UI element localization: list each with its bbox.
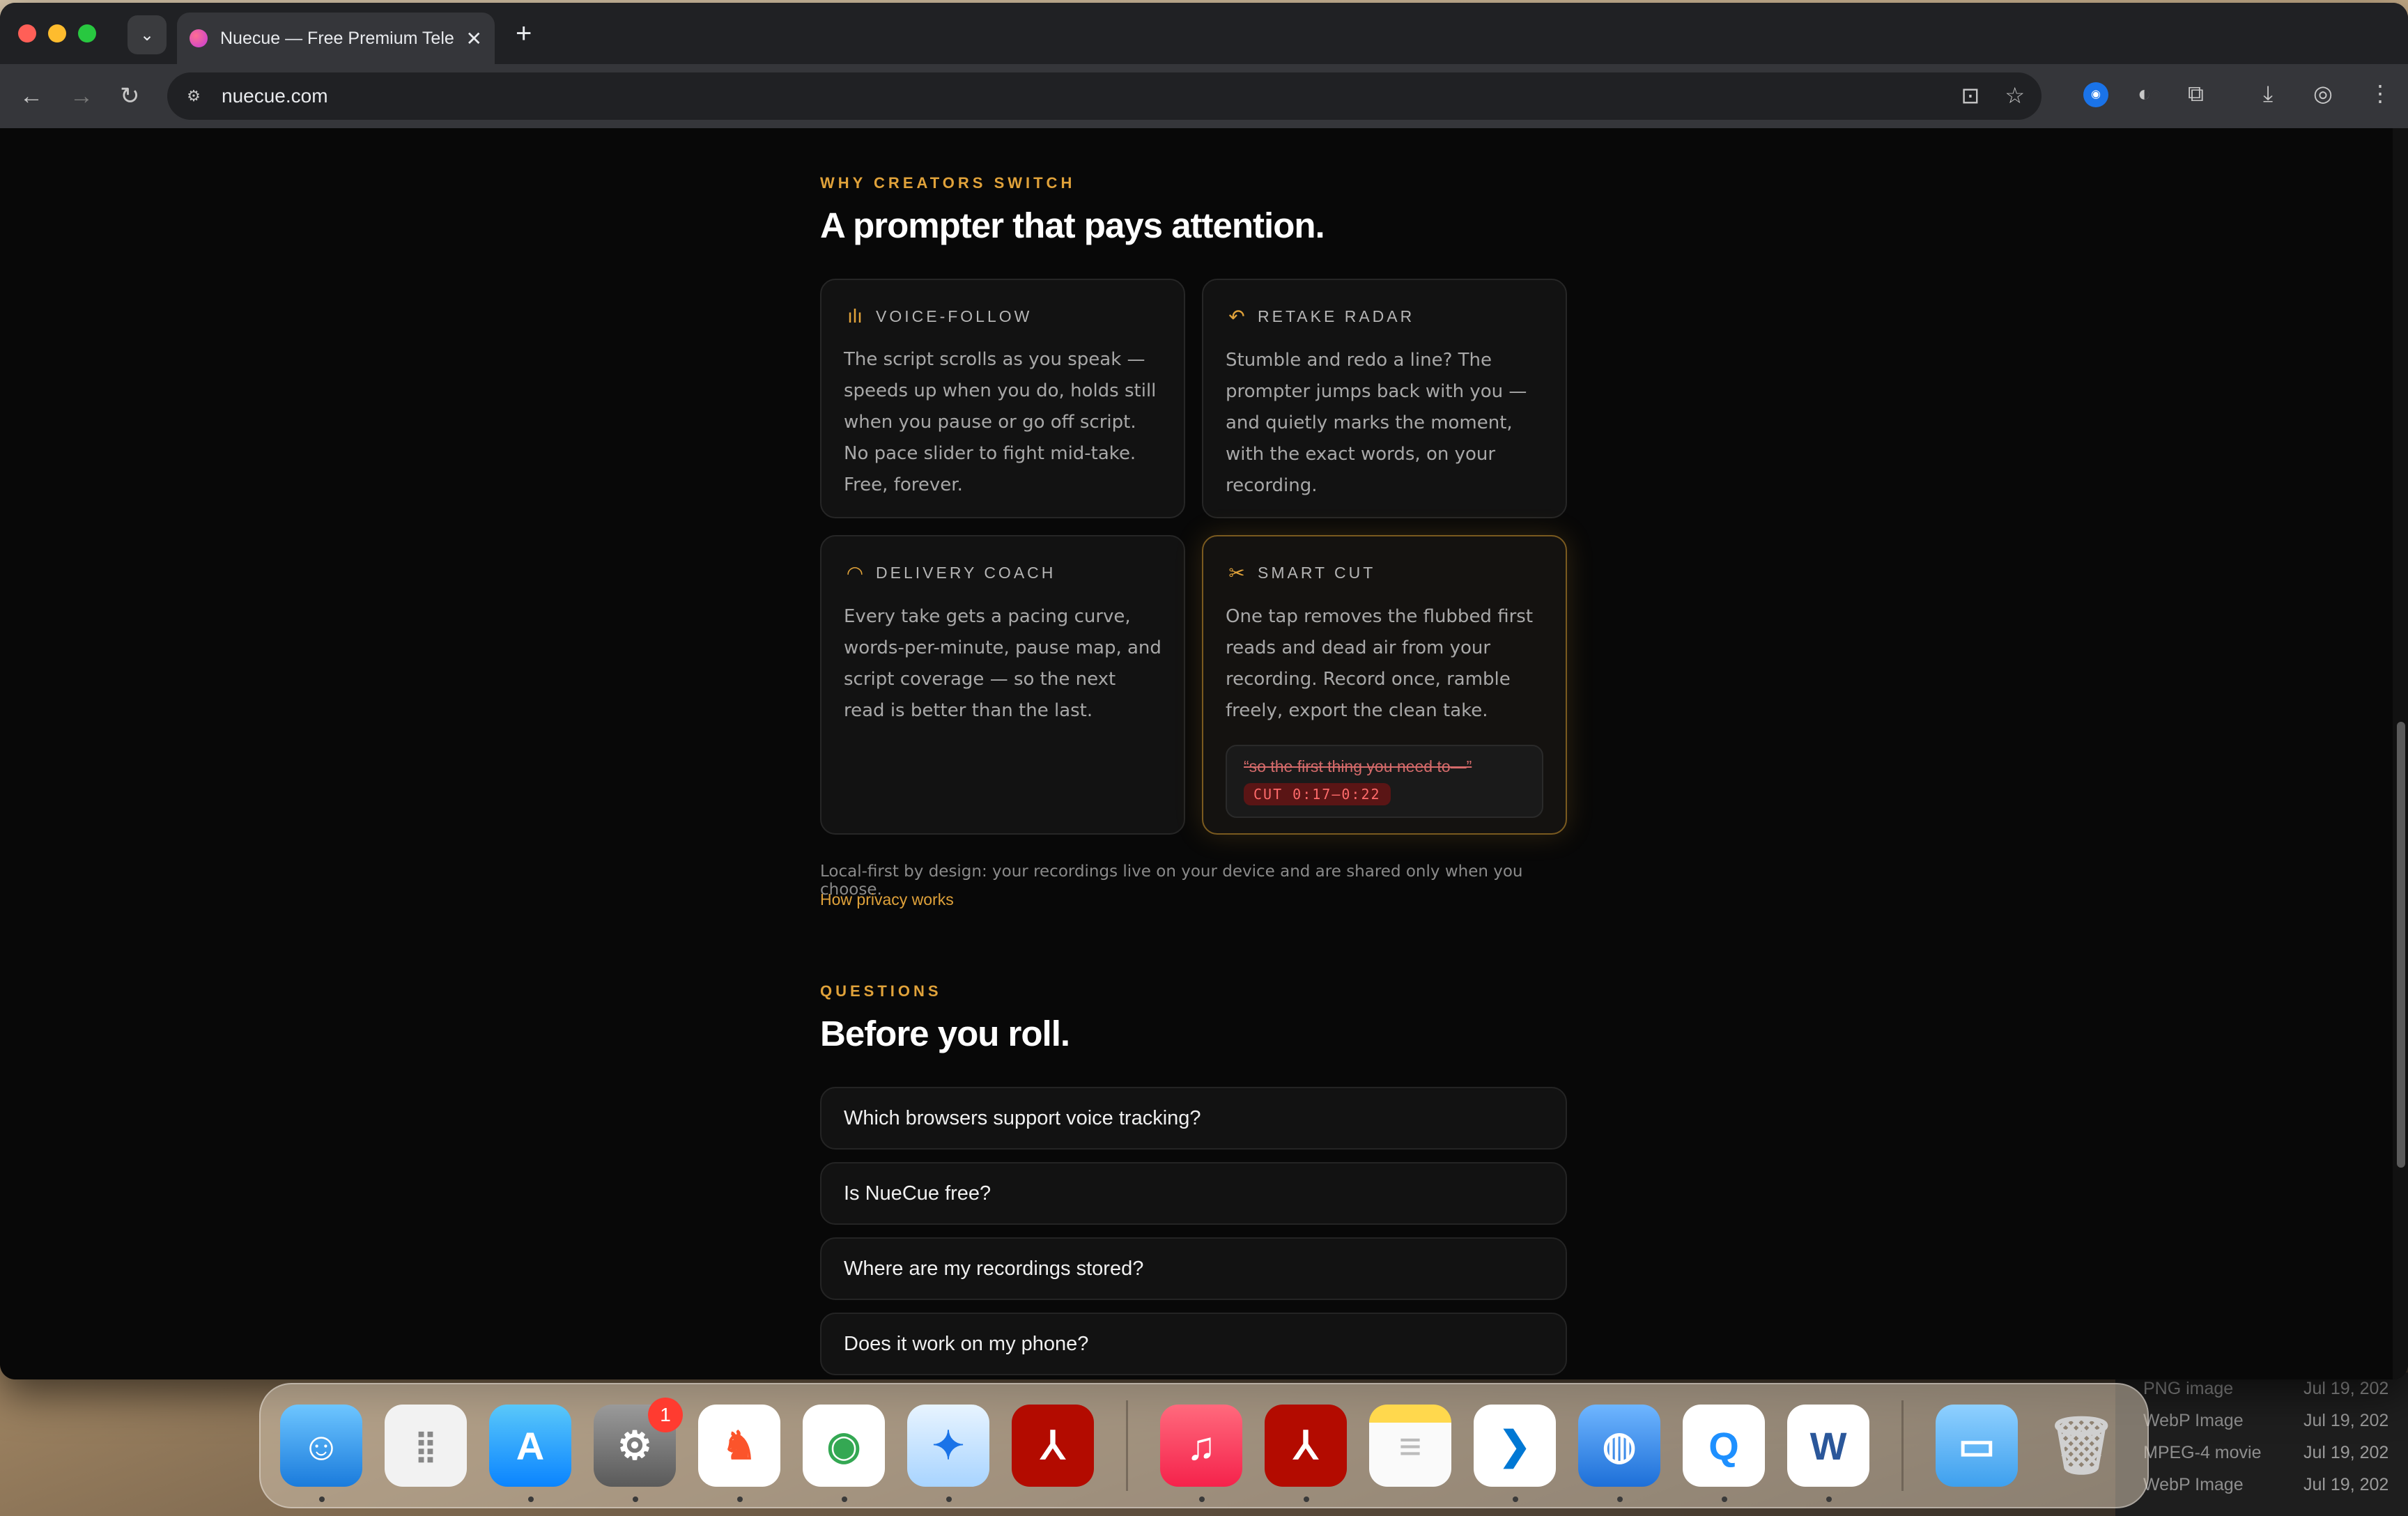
acrobat-icon[interactable]: ⅄: [1012, 1405, 1094, 1487]
desktop-file-row[interactable]: WebP Image Jul 19, 202: [2115, 1469, 2408, 1501]
scrollbar-thumb[interactable]: [2397, 722, 2405, 1168]
notes-icon[interactable]: ≡: [1369, 1405, 1451, 1487]
macos-dock: ☺ ⣿ A ⚙ 1 ♞ ◉ ✦ ⅄ ♫ ⅄ ≡ ❯ ◍ Q W ▭ 🗑: [259, 1383, 2149, 1508]
quicktime-icon[interactable]: Q: [1683, 1405, 1765, 1502]
tab-title: Nuecue — Free Premium Tele: [220, 28, 454, 48]
safari-icon[interactable]: ✦: [907, 1405, 989, 1502]
tab-search-button[interactable]: ⌄: [128, 15, 167, 54]
gauge-icon: ◠: [846, 562, 864, 584]
favicon-icon: [190, 29, 208, 47]
scissors-icon: ✂: [1228, 562, 1245, 584]
downloads-folder-icon[interactable]: ▭: [1936, 1405, 2018, 1487]
zoom-window-button[interactable]: [78, 24, 96, 42]
faq-item[interactable]: Is NueCue free?: [820, 1162, 1567, 1225]
launchpad-icon[interactable]: ⣿: [385, 1405, 467, 1487]
extension-badge-icon: ◉: [2083, 82, 2108, 107]
new-tab-button[interactable]: +: [516, 18, 532, 49]
card-label: RETAKE RADAR: [1258, 307, 1415, 325]
card-label: SMART CUT: [1258, 564, 1376, 582]
scrollbar[interactable]: [2393, 128, 2408, 1379]
undo-arrow-icon: ↶: [1228, 306, 1245, 327]
profile-icon[interactable]: ◎: [2313, 79, 2333, 107]
install-app-icon[interactable]: ⊡: [1961, 82, 1980, 109]
notification-badge: 1: [648, 1398, 683, 1432]
faq-item[interactable]: Where are my recordings stored?: [820, 1237, 1567, 1300]
features-heading: A prompter that pays attention.: [820, 206, 1325, 245]
close-tab-icon[interactable]: ✕: [466, 27, 482, 50]
cut-example: “so the first thing you need to—” CUT 0:…: [1226, 745, 1543, 818]
faq-heading: Before you roll.: [820, 1014, 1070, 1053]
extension-blue-icon[interactable]: ◉: [2083, 82, 2108, 107]
feature-card-smart-cut: ✂ SMART CUT One tap removes the flubbed …: [1202, 535, 1567, 835]
preview-icon[interactable]: ◍: [1578, 1405, 1660, 1502]
tab-bar: ⌄ Nuecue — Free Premium Tele ✕ +: [0, 3, 2408, 64]
site-settings-icon[interactable]: ⚙: [178, 81, 209, 111]
web-page: WHY CREATORS SWITCH A prompter that pays…: [0, 128, 2408, 1379]
browser-window: ⌄ Nuecue — Free Premium Tele ✕ + ← → ↻ ⚙…: [0, 3, 2408, 1379]
desktop-file-row[interactable]: MPEG-4 movie Jul 19, 202: [2115, 1437, 2408, 1469]
dock-separator: [1901, 1400, 1904, 1491]
card-label: DELIVERY COACH: [876, 564, 1056, 582]
card-body: The script scrolls as you speak — speeds…: [844, 349, 1157, 495]
faq-item[interactable]: Which browsers support voice tracking?: [820, 1087, 1567, 1150]
cut-time-badge: CUT 0:17–0:22: [1244, 783, 1391, 805]
word-icon[interactable]: W: [1787, 1405, 1869, 1502]
card-body: One tap removes the flubbed first reads …: [1226, 606, 1534, 721]
cut-quote: “so the first thing you need to—”: [1244, 757, 1472, 775]
address-bar[interactable]: ⚙ nuecue.com ⊡ ☆: [167, 72, 2042, 120]
desktop-file-row[interactable]: WebP Image Jul 19, 202: [2115, 1405, 2408, 1437]
close-window-button[interactable]: [18, 24, 36, 42]
omnibox-actions: ⊡ ☆: [1961, 82, 2025, 109]
chevron-down-icon: ⌄: [139, 25, 155, 45]
faq-item[interactable]: Does it work on my phone?: [820, 1313, 1567, 1375]
extensions-puzzle-icon[interactable]: ⧉: [2188, 79, 2204, 107]
feature-card-retake-radar: ↶ RETAKE RADAR Stumble and redo a line? …: [1202, 279, 1567, 518]
card-body: Stumble and redo a line? The prompter ju…: [1226, 350, 1527, 496]
trash-icon[interactable]: 🗑: [2040, 1405, 2122, 1487]
minimize-window-button[interactable]: [48, 24, 66, 42]
card-body: Every take gets a pacing curve, words-pe…: [844, 606, 1161, 721]
waveform-icon: ılı: [847, 305, 863, 327]
more-menu-icon[interactable]: ⋮: [2369, 79, 2391, 107]
privacy-link[interactable]: How privacy works: [820, 890, 954, 909]
url-text: nuecue.com: [222, 85, 328, 107]
download-icon[interactable]: ⤓: [2263, 79, 2273, 107]
vscode-icon[interactable]: ❯: [1474, 1405, 1556, 1502]
feature-card-voice-follow: ılı VOICE-FOLLOW The script scrolls as y…: [820, 279, 1185, 518]
faq-eyebrow: QUESTIONS: [820, 982, 942, 1000]
feature-card-delivery-coach: ◠ DELIVERY COACH Every take gets a pacin…: [820, 535, 1185, 835]
bookmark-star-icon[interactable]: ☆: [2005, 82, 2025, 109]
browser-toolbar: ← → ↻ ⚙ nuecue.com ⊡ ☆ ◉ ◐ ⧉ ⤓ ◎ ⋮: [0, 64, 2408, 128]
reload-icon[interactable]: ↻: [120, 84, 140, 109]
card-label: VOICE-FOLLOW: [876, 307, 1033, 325]
brave-browser-icon[interactable]: ♞: [698, 1405, 780, 1502]
dock-separator: [1126, 1400, 1128, 1491]
extension-grammar-icon[interactable]: ◐: [2138, 79, 2151, 107]
forward-arrow-icon[interactable]: →: [70, 84, 93, 109]
features-eyebrow: WHY CREATORS SWITCH: [820, 174, 1076, 192]
music-icon[interactable]: ♫: [1160, 1405, 1242, 1502]
acrobat-reader-icon[interactable]: ⅄: [1265, 1405, 1347, 1502]
app-store-icon[interactable]: A: [489, 1405, 571, 1502]
chrome-icon[interactable]: ◉: [803, 1405, 885, 1502]
finder-icon[interactable]: ☺: [280, 1405, 362, 1502]
back-arrow-icon[interactable]: ←: [20, 84, 43, 109]
system-settings-icon[interactable]: ⚙ 1: [594, 1398, 683, 1502]
browser-tab-active[interactable]: Nuecue — Free Premium Tele ✕: [177, 13, 495, 64]
window-controls: [18, 24, 96, 42]
desktop-file-list: PNG image Jul 19, 202 WebP Image Jul 19, 2…: [2115, 1372, 2408, 1516]
